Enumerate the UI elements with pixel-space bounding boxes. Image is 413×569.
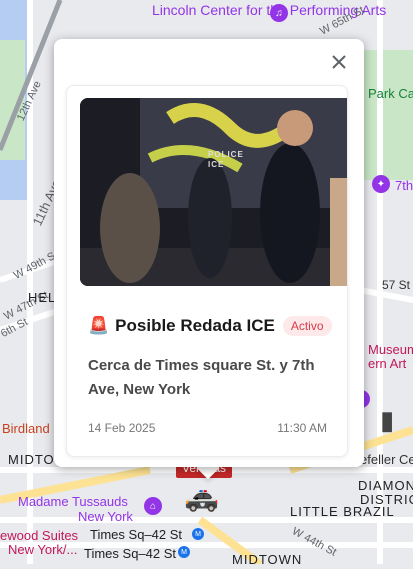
map-label-new-york: New York/... [8,542,78,557]
close-icon [332,55,346,69]
map-label-times-sq-1: Times Sq–42 St [90,527,183,542]
map-label-modern-art: ern Art [368,356,407,371]
map-label-little-brazil: LITTLE BRAZIL [290,504,395,519]
alert-location: Cerca de Times square St. y 7th Ave, New… [88,357,315,398]
police-car-icon[interactable]: 🚓 [184,483,219,511]
alert-card[interactable]: POLICE ICE 🚨 Posible Redada ICE Activo C… [66,85,348,457]
map-label-tussauds-ny: New York [78,509,133,524]
alert-date: 14 Feb 2025 [88,421,156,435]
map-label-midtown: MIDTO [8,452,55,467]
alert-time: 11:30 AM [277,421,327,435]
map-label-park: Park Ca [368,86,413,101]
subway-icon-2[interactable]: M [178,546,190,558]
theater-icon[interactable]: ♫ [270,4,288,22]
alert-title: Posible Redada ICE [115,316,275,335]
map-label-wood-suites: ewood Suites [0,528,79,543]
map-label-tussauds: Madame Tussauds [18,494,128,509]
subway-icon[interactable]: M [192,528,204,540]
map-label-birdland: Birdland [2,421,50,436]
info-popup: POLICE ICE 🚨 Posible Redada ICE Activo C… [54,39,364,467]
map-label-hells: HEL [28,290,57,305]
close-button[interactable] [328,51,350,73]
photo-police-text: POLICE ICE [208,150,244,169]
status-badge: Activo [282,316,332,336]
map-label-diamond: DIAMON [358,478,413,493]
siren-icon: 🚨 [88,316,110,335]
alert-photo[interactable]: POLICE ICE [80,98,347,286]
map-label-museum: Museum [368,342,413,357]
map-label-times-sq-2: Times Sq–42 St [84,546,177,561]
map-label-7th: 7th [395,178,413,193]
building-icon: ▮ [380,405,395,435]
pin-icon[interactable]: ✦ [372,175,390,193]
museum-icon-tussauds[interactable]: ⌂ [144,497,162,515]
title-row: 🚨 Posible Redada ICE Activo [88,316,332,336]
map-label-57st: 57 St [382,278,411,292]
map-label-rockefeller: efeller Ce [360,452,413,467]
map-label-midtown-bottom: MIDTOWN [232,552,303,567]
photo-illustration [80,98,347,286]
